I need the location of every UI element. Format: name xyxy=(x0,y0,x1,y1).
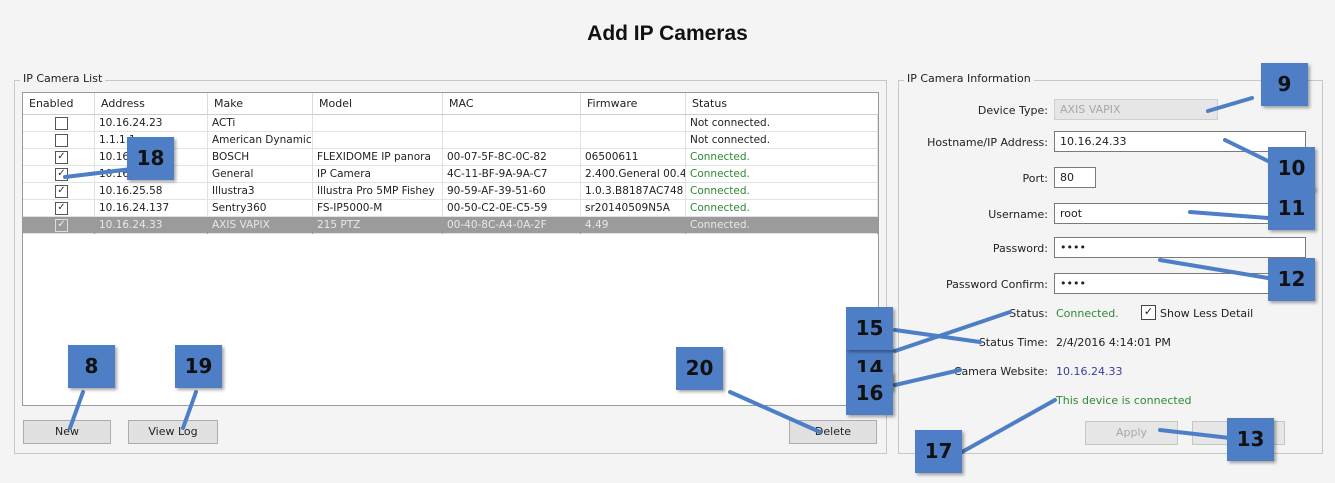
callout-13: 13 xyxy=(1227,418,1274,461)
callout-19: 19 xyxy=(175,345,222,388)
callout-12: 12 xyxy=(1268,258,1315,301)
callout-8: 8 xyxy=(68,345,115,388)
callout-10: 10 xyxy=(1268,147,1315,190)
callout-arrows xyxy=(63,96,1272,454)
callout-18: 18 xyxy=(127,137,174,180)
callout-15: 15 xyxy=(846,307,893,350)
callout-9: 9 xyxy=(1261,63,1308,106)
callout-11: 11 xyxy=(1268,187,1315,230)
callout-17: 17 xyxy=(915,430,962,473)
callout-20: 20 xyxy=(676,347,723,390)
callout-16: 16 xyxy=(846,372,893,415)
